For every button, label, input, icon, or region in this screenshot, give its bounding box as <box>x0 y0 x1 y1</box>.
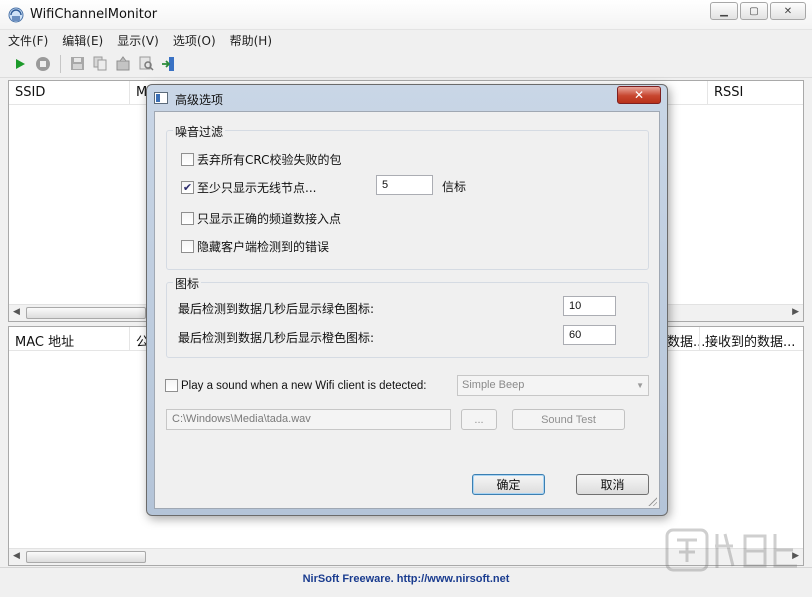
advanced-options-dialog: 高级选项 ✕ 噪音过滤 丢弃所有CRC校验失败的包 ✔ 至少只显示无线节点...… <box>146 84 668 516</box>
discard-crc-checkbox[interactable] <box>181 153 194 166</box>
dialog-window-icon <box>154 92 168 104</box>
orange-icon-seconds-input[interactable]: 60 <box>563 325 616 345</box>
title-bar: WifiChannelMonitor ▁ ▢ ✕ <box>0 0 812 30</box>
discard-crc-label: 丢弃所有CRC校验失败的包 <box>197 153 342 167</box>
start-button[interactable] <box>10 54 30 74</box>
column-received-data[interactable]: 接收到的数据... <box>705 331 795 350</box>
menu-edit[interactable]: 编辑(E) <box>62 32 103 49</box>
sound-test-button[interactable]: Sound Test <box>512 409 625 430</box>
valid-channel-checkbox[interactable] <box>181 212 194 225</box>
stop-button[interactable] <box>33 54 53 74</box>
window-title: WifiChannelMonitor <box>30 7 158 22</box>
play-sound-option[interactable]: Play a sound when a new Wifi client is d… <box>165 379 426 392</box>
chevron-down-icon: ▼ <box>636 381 644 390</box>
dialog-close-button[interactable]: ✕ <box>617 86 661 104</box>
toolbar-separator <box>60 54 61 73</box>
menu-options[interactable]: 选项(O) <box>173 32 216 49</box>
hide-client-errors-checkbox[interactable] <box>181 240 194 253</box>
min-nodes-label: 至少只显示无线节点... <box>197 181 317 195</box>
browse-sound-button[interactable]: ... <box>461 409 497 430</box>
maximize-icon: ▢ <box>749 5 759 17</box>
save-button[interactable] <box>67 54 87 74</box>
nirsoft-link[interactable]: NirSoft Freeware. http://www.nirsoft.net <box>303 573 510 585</box>
column-mac-address[interactable]: MAC 地址 <box>15 331 74 350</box>
find-icon <box>139 56 154 71</box>
play-icon <box>16 58 25 69</box>
cancel-button[interactable]: 取消 <box>576 474 649 495</box>
close-button[interactable]: ✕ <box>770 2 806 20</box>
dialog-title: 高级选项 <box>175 93 224 107</box>
minimize-icon: ▁ <box>720 5 728 17</box>
copy-button[interactable] <box>90 54 110 74</box>
dialog-title-bar: 高级选项 ✕ <box>147 85 667 111</box>
min-nodes-option[interactable]: ✔ 至少只显示无线节点... <box>181 179 316 196</box>
app-icon <box>8 7 24 23</box>
green-icon-seconds-input[interactable]: 10 <box>563 296 616 316</box>
hide-client-errors-label: 隐藏客户端检测到的错误 <box>197 240 330 254</box>
properties-button[interactable] <box>113 54 133 74</box>
noise-filter-group: 噪音过滤 丢弃所有CRC校验失败的包 ✔ 至少只显示无线节点... 5 信标 只… <box>166 123 649 270</box>
scroll-left-icon[interactable]: ◀ <box>13 551 20 561</box>
menu-bar: 文件(F) 编辑(E) 显示(V) 选项(O) 帮助(H) <box>0 30 812 50</box>
column-rssi[interactable]: RSSI <box>714 85 743 100</box>
scrollbar-thumb[interactable] <box>26 307 146 319</box>
orange-icon-label: 最后检测到数据几秒后显示橙色图标: <box>178 331 375 345</box>
play-sound-label: Play a sound when a new Wifi client is d… <box>181 379 427 392</box>
icon-group-title: 图标 <box>173 275 202 292</box>
sound-type-select[interactable]: Simple Beep ▼ <box>457 375 649 396</box>
valid-channel-option[interactable]: 只显示正确的频道数接入点 <box>181 210 341 227</box>
min-nodes-checkbox[interactable]: ✔ <box>181 181 194 194</box>
exit-button[interactable] <box>159 54 179 74</box>
properties-icon <box>116 56 130 71</box>
resize-grip-icon[interactable] <box>647 496 657 506</box>
scroll-left-icon[interactable]: ◀ <box>13 307 20 317</box>
min-nodes-input[interactable]: 5 <box>376 175 433 195</box>
column-ssid[interactable]: SSID <box>15 85 45 100</box>
play-sound-checkbox[interactable] <box>165 379 178 392</box>
scrollbar-thumb[interactable] <box>26 551 146 563</box>
close-icon: ✕ <box>783 5 793 17</box>
copy-icon <box>93 56 106 71</box>
toolbar <box>0 50 812 78</box>
menu-file[interactable]: 文件(F) <box>8 32 48 49</box>
valid-channel-label: 只显示正确的频道数接入点 <box>197 212 342 226</box>
green-icon-label: 最后检测到数据几秒后显示绿色图标: <box>178 302 375 316</box>
maximize-button[interactable]: ▢ <box>740 2 768 20</box>
dialog-body: 噪音过滤 丢弃所有CRC校验失败的包 ✔ 至少只显示无线节点... 5 信标 只… <box>154 111 660 509</box>
hide-client-errors-option[interactable]: 隐藏客户端检测到的错误 <box>181 238 329 255</box>
sound-file-input[interactable]: C:\Windows\Media\tada.wav <box>166 409 451 430</box>
checkmark-icon: ✔ <box>182 181 193 194</box>
menu-view[interactable]: 显示(V) <box>117 32 159 49</box>
sound-type-value: Simple Beep <box>462 379 525 391</box>
watermark-logo <box>665 528 797 572</box>
min-nodes-unit: 信标 <box>442 180 467 194</box>
noise-filter-title: 噪音过滤 <box>173 123 226 140</box>
icon-group: 图标 最后检测到数据几秒后显示绿色图标: 10 最后检测到数据几秒后显示橙色图标… <box>166 275 649 358</box>
minimize-button[interactable]: ▁ <box>710 2 738 20</box>
stop-icon <box>36 56 50 71</box>
scroll-right-icon[interactable]: ▶ <box>792 307 799 317</box>
ok-button[interactable]: 确定 <box>472 474 545 495</box>
exit-icon <box>162 56 174 71</box>
discard-crc-option[interactable]: 丢弃所有CRC校验失败的包 <box>181 151 342 168</box>
menu-help[interactable]: 帮助(H) <box>230 32 272 49</box>
save-icon <box>70 57 84 70</box>
close-icon: ✕ <box>633 88 645 102</box>
find-button[interactable] <box>136 54 156 74</box>
